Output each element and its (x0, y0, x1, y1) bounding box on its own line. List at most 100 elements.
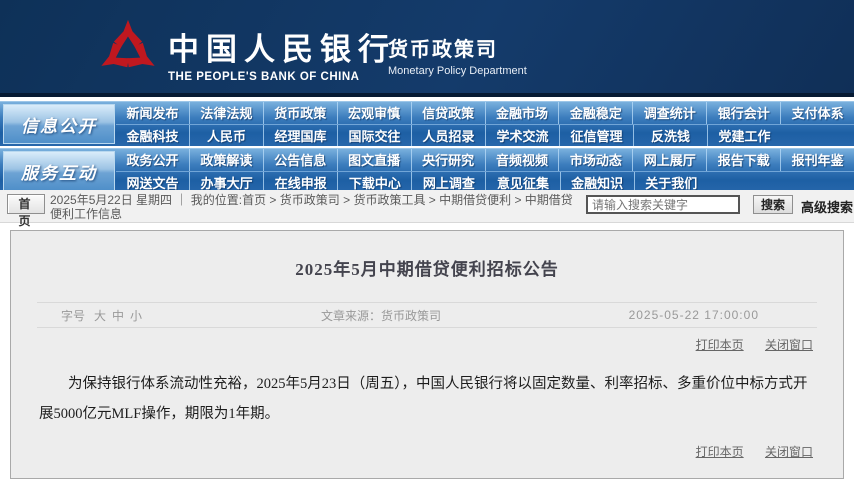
nav-cell: 新闻发布 (116, 102, 190, 124)
nav-cell: 征信管理 (560, 124, 634, 146)
nav-cell (781, 125, 854, 147)
nav-cell: 央行研究 (412, 149, 486, 171)
nav-section-label: 服务互动 (3, 151, 115, 191)
nav-link[interactable]: 政务公开 (126, 150, 178, 169)
nav-cell: 货币政策 (264, 102, 338, 124)
article-source: 文章来源：货币政策司 (321, 307, 441, 324)
nav-cell: 学术交流 (486, 124, 560, 146)
nav-link[interactable]: 金融稳定 (570, 103, 622, 122)
nav-cell: 政务公开 (116, 149, 190, 171)
nav-link[interactable]: 音频视频 (496, 150, 548, 169)
nav-link[interactable]: 公告信息 (274, 150, 326, 169)
department-name-en: Monetary Policy Department (388, 65, 527, 77)
nav-link[interactable]: 金融科技 (126, 126, 178, 145)
nav-link[interactable]: 银行会计 (718, 103, 770, 122)
nav-link[interactable]: 在线申报 (275, 173, 327, 192)
font-size-option[interactable]: 小 (130, 309, 142, 323)
nav-row: 政务公开 政策解读 公告信息 图文直播 央行研究 音频视频 市场动态 网上展厅 报告下载 报刊年鉴 (116, 149, 854, 172)
print-page-link[interactable]: 打印本页 (696, 445, 744, 459)
nav-link[interactable]: 国际交往 (348, 126, 400, 145)
nav-link[interactable]: 报告下载 (718, 150, 770, 169)
print-page-link[interactable]: 打印本页 (696, 338, 744, 352)
nav-link[interactable]: 调查统计 (644, 103, 696, 122)
nav-link[interactable]: 人员招录 (422, 126, 474, 145)
nav-link[interactable]: 政策解读 (200, 150, 252, 169)
nav-cell: 调查统计 (633, 102, 708, 124)
nav-cell: 金融稳定 (559, 102, 634, 124)
nav-cell: 政策解读 (190, 149, 264, 171)
font-size-option[interactable]: 中 (112, 309, 124, 323)
nav-cell: 市场动态 (559, 149, 634, 171)
department-name-cn: 货币政策司 (388, 39, 498, 61)
nav-cell: 报刊年鉴 (781, 149, 854, 171)
nav-link[interactable]: 网上展厅 (644, 150, 696, 169)
nav-link[interactable]: 市场动态 (570, 150, 622, 169)
font-size-options: 大中小 (94, 307, 148, 324)
nav-cell: 信贷政策 (412, 102, 486, 124)
nav-link[interactable]: 宏观审慎 (348, 103, 400, 122)
pboc-logo-icon (101, 19, 155, 68)
search-button[interactable]: 搜索 (753, 195, 793, 214)
site-header: 中国人民银行 THE PEOPLE'S BANK OF CHINA 货币政策司 … (0, 0, 854, 97)
nav-link[interactable]: 反洗钱 (651, 126, 690, 145)
nav-link[interactable]: 报刊年鉴 (792, 150, 844, 169)
nav-link[interactable]: 网送文告 (127, 173, 179, 192)
article-meta-row: 字号 大中小 文章来源：货币政策司 2025-05-22 17:00:00 (37, 302, 817, 328)
home-button[interactable]: 首 页 (7, 194, 45, 228)
close-window-link[interactable]: 关闭窗口 (765, 445, 813, 459)
source-value: 货币政策司 (381, 308, 442, 323)
nav-band: 信息公开 新闻发布 法律法规 货币政策 宏观审慎 信贷政策 金融市场 金融稳定 调查统计 银行会计… (0, 101, 854, 146)
nav-link[interactable]: 金融市场 (496, 103, 548, 122)
nav-link[interactable]: 下载中心 (349, 173, 401, 192)
article-actions-bottom: 打印本页 关闭窗口 (11, 443, 813, 460)
article-datetime: 2025-05-22 17:00:00 (628, 308, 759, 322)
bank-name-en: THE PEOPLE'S BANK OF CHINA (168, 71, 360, 83)
nav-cell: 人民币 (190, 124, 264, 146)
nav-link[interactable]: 关于我们 (645, 173, 697, 192)
nav-section-label: 信息公开 (3, 104, 115, 144)
nav-cell: 音频视频 (486, 149, 560, 171)
nav-link[interactable]: 央行研究 (422, 150, 474, 169)
nav-link[interactable]: 支付体系 (792, 103, 844, 122)
article-title: 2025年5月中期借贷便利招标公告 (295, 260, 559, 279)
current-date: 2025年5月22日 星期四 (50, 193, 173, 207)
article-actions-top: 打印本页 关闭窗口 (11, 336, 813, 353)
nav-link[interactable]: 党建工作 (718, 126, 770, 145)
nav-cell: 金融市场 (486, 102, 560, 124)
nav-cell: 网上展厅 (633, 149, 708, 171)
nav-link[interactable]: 金融知识 (571, 173, 623, 192)
close-window-link[interactable]: 关闭窗口 (765, 338, 813, 352)
nav-link[interactable]: 新闻发布 (126, 103, 178, 122)
nav-cell: 报告下载 (707, 149, 782, 171)
article-container: 2025年5月中期借贷便利招标公告 字号 大中小 文章来源：货币政策司 2025… (10, 230, 844, 479)
nav-link[interactable]: 信贷政策 (422, 103, 474, 122)
breadcrumb-separator: ｜ (175, 193, 188, 207)
advanced-search-link[interactable]: 高级搜索 (801, 197, 853, 216)
font-size-option[interactable]: 大 (94, 309, 106, 323)
main-navigation: 信息公开 新闻发布 法律法规 货币政策 宏观审慎 信贷政策 金融市场 金融稳定 调查统计 银行会计… (0, 101, 854, 195)
nav-cell: 金融科技 (116, 124, 190, 146)
nav-rows: 政务公开 政策解读 公告信息 图文直播 央行研究 音频视频 市场动态 网上展厅 报告下载 报刊年鉴… (116, 149, 854, 193)
font-size-control: 字号 大中小 (61, 307, 148, 324)
nav-cell: 公告信息 (264, 149, 338, 171)
nav-cell: 支付体系 (781, 102, 854, 124)
nav-cell: 人员招录 (412, 124, 486, 146)
search-input[interactable] (586, 195, 740, 214)
nav-link[interactable]: 经理国库 (274, 126, 326, 145)
nav-cell: 经理国库 (264, 124, 338, 146)
breadcrumb: 2025年5月22日 星期四 ｜ 我的位置:首页 > 货币政策司 > 货币政策工… (50, 193, 584, 221)
nav-band: 服务互动 政务公开 政策解读 公告信息 图文直播 央行研究 音频视频 市场动态 网上展厅 报告下载… (0, 148, 854, 193)
nav-link[interactable]: 货币政策 (274, 103, 326, 122)
nav-cell: 党建工作 (708, 125, 781, 147)
nav-link[interactable]: 网上调查 (423, 173, 475, 192)
nav-link[interactable]: 意见征集 (497, 173, 549, 192)
nav-cell: 宏观审慎 (338, 102, 412, 124)
nav-link[interactable]: 法律法规 (200, 103, 252, 122)
nav-link[interactable]: 征信管理 (570, 126, 622, 145)
bank-name-cn: 中国人民银行 (168, 32, 396, 67)
nav-link[interactable]: 人民币 (207, 126, 246, 145)
nav-link[interactable]: 办事大厅 (201, 173, 253, 192)
nav-link[interactable]: 图文直播 (348, 150, 400, 169)
source-label: 文章来源： (321, 308, 382, 323)
nav-link[interactable]: 学术交流 (496, 126, 548, 145)
